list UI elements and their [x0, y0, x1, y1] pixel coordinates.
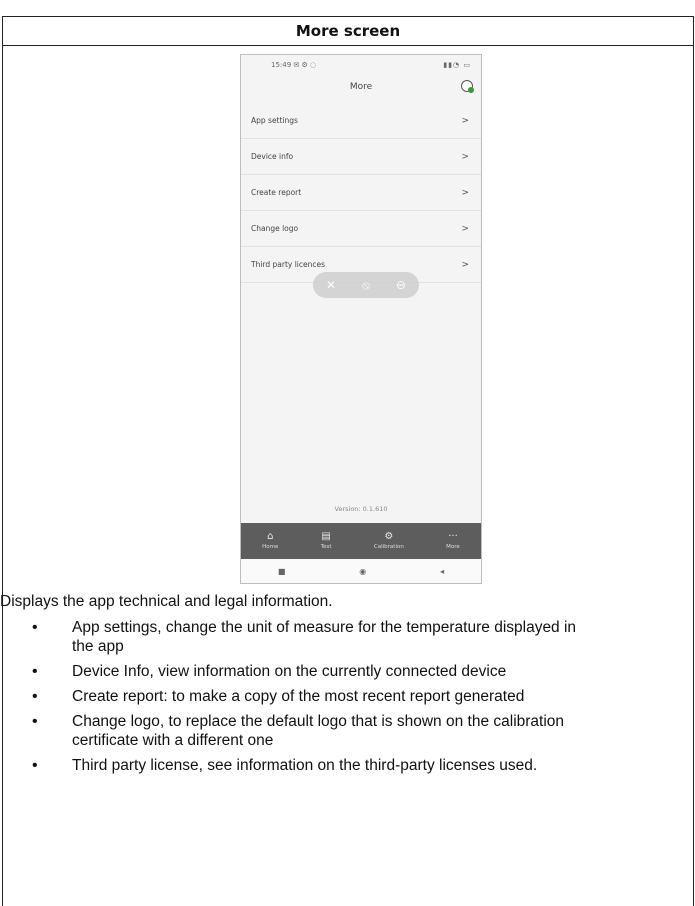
chevron-right-icon: > — [461, 259, 469, 270]
document-icon: ▤ — [321, 531, 331, 542]
nav-label: More — [446, 544, 460, 550]
nav-label: Home — [262, 544, 279, 550]
nav-item-more[interactable]: ··· More — [446, 531, 460, 551]
menu-item-label: Device info — [251, 152, 294, 161]
phone-screenshot: 15:49 ✉ ⚙ ◌ ▮▮◔ ▭ More App settings > De… — [240, 54, 482, 584]
system-navigation-bar: ■ ◉ ◂ — [241, 559, 481, 583]
menu-item-create-report[interactable]: Create report > — [241, 175, 481, 211]
accessibility-overlay[interactable]: ✕ ⦸ ⊖ — [313, 272, 419, 298]
home-icon: ⌂ — [267, 531, 274, 542]
section-title: More screen — [295, 22, 401, 40]
bottom-navigation: ⌂ Home ▤ Test ⚙ Calibration ··· More — [241, 523, 481, 559]
nav-label: Calibration — [373, 544, 404, 550]
nav-item-calibration[interactable]: ⚙ Calibration — [373, 531, 404, 551]
chevron-right-icon: > — [461, 115, 469, 126]
app-header: More — [241, 75, 481, 99]
description-intro: Displays the app technical and legal inf… — [0, 593, 333, 610]
screen-title: More — [349, 82, 373, 92]
description: Displays the app technical and legal inf… — [0, 592, 597, 781]
help-icon[interactable] — [461, 80, 474, 93]
list-item: Device Info, view information on the cur… — [0, 662, 597, 681]
menu-item-label: App settings — [251, 116, 298, 125]
menu-item-label: Create report — [251, 188, 302, 197]
menu-list: App settings > Device info > Create repo… — [241, 103, 481, 283]
status-time: 15:49 ✉ ⚙ ◌ — [271, 61, 317, 69]
feature-list: App settings, change the unit of measure… — [0, 618, 597, 775]
back-arrow-icon[interactable]: ◂ — [440, 567, 444, 576]
mic-off-icon[interactable]: ⦸ — [362, 278, 370, 293]
section-header: More screen — [3, 17, 693, 46]
status-icons: ▮▮◔ ▭ — [443, 61, 471, 69]
chevron-right-icon: > — [461, 151, 469, 162]
nav-item-home[interactable]: ⌂ Home — [262, 531, 279, 551]
minus-circle-icon[interactable]: ⊖ — [396, 278, 406, 292]
status-bar: 15:49 ✉ ⚙ ◌ ▮▮◔ ▭ — [241, 55, 481, 75]
menu-item-label: Third party licences — [251, 260, 326, 269]
nav-label: Test — [320, 544, 332, 550]
version-text: Version: 0.1.610 — [334, 505, 388, 513]
list-item: Change logo, to replace the default logo… — [0, 712, 597, 750]
nav-item-test[interactable]: ▤ Test — [320, 531, 332, 551]
more-icon: ··· — [448, 531, 458, 542]
recent-apps-icon[interactable]: ■ — [278, 567, 286, 576]
menu-item-app-settings[interactable]: App settings > — [241, 103, 481, 139]
menu-item-label: Change logo — [251, 224, 299, 233]
list-item: Create report: to make a copy of the mos… — [0, 687, 597, 706]
gear-icon: ⚙ — [384, 531, 394, 542]
chevron-right-icon: > — [461, 223, 469, 234]
list-item: App settings, change the unit of measure… — [0, 618, 597, 656]
list-item: Third party license, see information on … — [0, 756, 597, 775]
running-person-icon[interactable]: ✕ — [326, 278, 336, 292]
menu-item-device-info[interactable]: Device info > — [241, 139, 481, 175]
home-circle-icon[interactable]: ◉ — [359, 567, 366, 576]
menu-item-change-logo[interactable]: Change logo > — [241, 211, 481, 247]
chevron-right-icon: > — [461, 187, 469, 198]
